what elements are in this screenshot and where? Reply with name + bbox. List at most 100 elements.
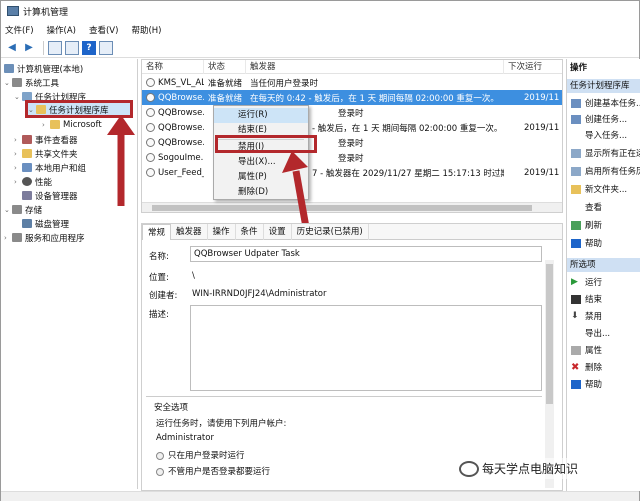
tree-root[interactable]: 计算机管理(本地) (4, 62, 83, 75)
tab-general[interactable]: 常规 (142, 224, 172, 240)
table-row[interactable]: KMS_VL_ALL 准备就绪 当任何用户登录时 (142, 75, 562, 90)
scrollbar-thumb[interactable] (152, 205, 532, 211)
tree-performance[interactable]: › 性能 (14, 175, 52, 188)
tree-disk-management[interactable]: 磁盘管理 (22, 217, 69, 230)
radio-button[interactable] (156, 451, 164, 460)
horizontal-scrollbar[interactable] (142, 202, 562, 212)
radio-whether-logged-on[interactable]: 不管用户是否登录都要运行 (156, 465, 270, 477)
column-next-run[interactable]: 下次运行 (504, 60, 562, 74)
tree-storage-label: 存储 (25, 205, 43, 216)
tree-microsoft[interactable]: › Microsoft (42, 118, 102, 131)
tree-storage[interactable]: ⌄ 存储 (4, 203, 42, 216)
scrollbar-thumb[interactable] (546, 264, 553, 404)
table-row[interactable]: QQBrowse... 登录时 (142, 135, 562, 150)
actions-section-selected[interactable]: 所选项 (567, 258, 640, 272)
run-icon: ▶ (571, 276, 578, 287)
tree-shared-folders[interactable]: › 共享文件夹 (14, 147, 78, 160)
tab-triggers[interactable]: 触发器 (171, 224, 208, 240)
expand-icon[interactable]: › (14, 164, 22, 172)
detail-tabs: 常规 触发器 操作 条件 设置 历史记录(已禁用) (142, 224, 562, 240)
tree-local-users[interactable]: › 本地用户和组 (14, 161, 86, 174)
show-hide-tree-icon[interactable] (65, 40, 79, 55)
menu-item-export[interactable]: 导出(X)... (214, 155, 308, 170)
table-row[interactable]: SogouIme... 登录时 (142, 150, 562, 165)
menu-item-run[interactable]: 运行(R) (214, 108, 308, 123)
action-end[interactable]: 结束 (567, 291, 640, 307)
action-show-running[interactable]: 显示所有正在运行的任务 (567, 145, 640, 161)
table-row[interactable]: User_Feed_... 7 - 触发器在 2029/11/27 星期二 15… (142, 165, 562, 180)
watermark-text: 每天学点电脑知识 (482, 462, 579, 476)
table-row[interactable]: QQBrowse... 登录时 (142, 105, 562, 120)
task-clock-icon (146, 138, 155, 147)
expand-icon[interactable]: › (4, 234, 12, 242)
forward-arrow-icon[interactable]: ▶ (22, 41, 36, 55)
task-name: SogouIme... (158, 152, 204, 163)
title-bar: 计算机管理 (1, 1, 639, 21)
menu-help[interactable]: 帮助(H) (131, 24, 161, 36)
show-running-icon (571, 148, 581, 158)
table-row[interactable]: QQBrowse... - 触发后，在 1 天 期间每隔 02:00:00 重复… (142, 120, 562, 135)
column-trigger[interactable]: 触发器 (246, 60, 504, 74)
action-import-task[interactable]: 导入任务... (567, 127, 640, 143)
task-list-header: 名称 状态 触发器 下次运行 (142, 60, 562, 74)
up-folder-icon[interactable] (48, 40, 62, 55)
action-view[interactable]: 查看 (567, 199, 640, 215)
collapse-icon[interactable]: ⌄ (4, 206, 12, 214)
wechat-icon (459, 460, 479, 477)
actions-section-library[interactable]: 任务计划程序库 (567, 79, 640, 93)
task-name-field[interactable]: QQBrowser Udpater Task (190, 246, 542, 262)
tree-device-manager[interactable]: 设备管理器 (22, 189, 78, 202)
collapse-icon[interactable]: ⌄ (14, 93, 22, 101)
tab-actions[interactable]: 操作 (208, 224, 236, 240)
tab-history[interactable]: 历史记录(已禁用) (292, 224, 369, 240)
action-refresh[interactable]: 刷新 (567, 217, 640, 233)
column-status[interactable]: 状态 (204, 60, 246, 74)
collapse-icon[interactable]: ⌄ (4, 79, 12, 87)
action-create-basic-task[interactable]: 创建基本任务... (567, 95, 640, 111)
menu-item-delete[interactable]: 删除(D) (214, 185, 308, 200)
menu-file[interactable]: 文件(F) (5, 24, 34, 36)
menu-view[interactable]: 查看(V) (89, 24, 118, 36)
action-help-selected[interactable]: 帮助 (567, 376, 640, 392)
view-icon (571, 202, 581, 212)
computer-management-window: 计算机管理 文件(F) 操作(A) 查看(V) 帮助(H) ◀ ▶ ? 计算机管… (0, 0, 640, 501)
back-arrow-icon[interactable]: ◀ (5, 41, 19, 55)
action-enable-history[interactable]: 启用所有任务历史记录 (567, 163, 640, 179)
menu-bar: 文件(F) 操作(A) 查看(V) 帮助(H) (1, 22, 639, 38)
actions-header: 操作 (567, 61, 640, 75)
tree-system-tools[interactable]: ⌄ 系统工具 (4, 76, 59, 89)
action-run[interactable]: ▶ 运行 (567, 274, 640, 290)
properties-icon (571, 345, 581, 355)
action-create-task[interactable]: 创建任务... (567, 111, 640, 127)
action-delete[interactable]: ✖ 删除 (567, 359, 640, 375)
menu-item-properties[interactable]: 属性(P) (214, 170, 308, 185)
action-help[interactable]: 帮助 (567, 235, 640, 251)
properties-icon[interactable] (99, 40, 113, 55)
tab-settings[interactable]: 设置 (264, 224, 292, 240)
action-properties[interactable]: 属性 (567, 342, 640, 358)
help-icon[interactable]: ? (82, 40, 96, 55)
expand-icon[interactable]: › (14, 136, 22, 144)
column-name[interactable]: 名称 (142, 60, 204, 74)
location-value: \ (192, 271, 195, 281)
expand-icon[interactable]: › (14, 150, 22, 158)
action-disable[interactable]: ⬇ 禁用 (567, 308, 640, 324)
radio-button[interactable] (156, 467, 164, 476)
action-export[interactable]: 导出... (567, 325, 640, 341)
menu-action[interactable]: 操作(A) (47, 24, 76, 36)
expand-icon[interactable]: › (14, 178, 22, 186)
security-options-title: 安全选项 (154, 403, 189, 413)
action-new-folder[interactable]: 新文件夹... (567, 181, 640, 197)
tab-conditions[interactable]: 条件 (236, 224, 264, 240)
radio-logged-on[interactable]: 只在用户登录时运行 (156, 449, 245, 461)
action-label: 导入任务... (585, 131, 628, 141)
action-label: 创建任务... (585, 115, 628, 125)
expand-icon[interactable]: › (42, 121, 50, 129)
vertical-scrollbar[interactable] (545, 260, 554, 488)
folder-icon (50, 120, 60, 129)
description-field[interactable] (190, 305, 542, 391)
table-row-selected[interactable]: QQBrowse... 准备就绪 在每天的 0:42 - 触发后，在 1 天 期… (142, 90, 562, 105)
tree-event-viewer[interactable]: › 事件查看器 (14, 133, 78, 146)
disable-icon: ⬇ (571, 310, 579, 321)
tree-services[interactable]: › 服务和应用程序 (4, 231, 85, 244)
